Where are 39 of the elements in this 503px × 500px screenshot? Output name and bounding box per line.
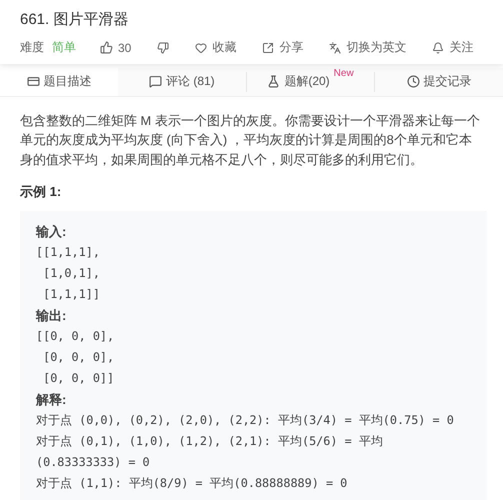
example-heading: 示例 1: [20,183,62,201]
code-line: [0, 0, 0], [42,349,116,366]
heart-icon [195,42,208,54]
translate-button[interactable]: 切换为英文 [329,39,406,56]
translate-icon [329,42,342,54]
code-label: 输入: [36,223,68,241]
tab[interactable]: 题目描述 [0,68,118,96]
clock-icon [406,75,420,88]
code-line: 对于点 (1,1): 平均(8/9) = 平均(0.88888889) = 0 [36,475,348,492]
dislike-button[interactable] [157,42,170,54]
description-text: 包含整数的二维矩阵 M 表示一个图片的灰度。你需要设计一个平滑器来让每一个单元的灰度成为平均灰度 (向下舍入) ，平均灰度的计算是周围的8个单元和它本身的值求平均，如果周围的单元格不足八个，则尽可能多的利用它们。 [20,112,481,168]
difficulty-label: 难度 [20,39,44,56]
favorite-button[interactable]: 收藏 [195,39,236,56]
like-button[interactable]: 30 [100,40,132,54]
comment-icon [148,75,162,88]
share-button[interactable]: 分享 [262,39,304,56]
thumbs-up-icon [100,41,113,54]
code-line: 对于点 (0,0), (0,2), (2,0), (2,2): 平均(3/4) = 平均(0.75) = 0 [36,412,455,429]
code-line: [[0, 0, 0], [36,328,116,345]
new-label: New [334,68,354,80]
card-icon [26,75,40,88]
tab[interactable]: 评论 (81) [118,68,246,96]
bell-icon [432,42,444,54]
code-line: 对于点 (0,1), (1,0), (1,2), (2,1): 平均(5/6) = 平均 [36,433,384,450]
follow-button[interactable]: 关注 [432,39,474,56]
flask-icon [267,75,280,88]
tab[interactable]: 题解(20) New [246,68,374,96]
problem-title: 661. 图片平滑器 [20,10,130,29]
difficulty-value: 简单 [52,39,76,56]
code-line: [[1,1,1], [36,244,101,261]
thumbs-down-icon [157,42,170,54]
code-label: 解释: [36,391,68,409]
code-line: [1,0,1], [42,265,101,282]
code-line: (0.83333333) = 0 [36,454,151,471]
share-icon [262,42,274,54]
code-line: [0, 0, 0]] [42,370,116,387]
code-label: 输出: [36,307,68,325]
code-line: [1,1,1]] [42,286,101,303]
tab[interactable]: 提交记录 [375,68,503,96]
